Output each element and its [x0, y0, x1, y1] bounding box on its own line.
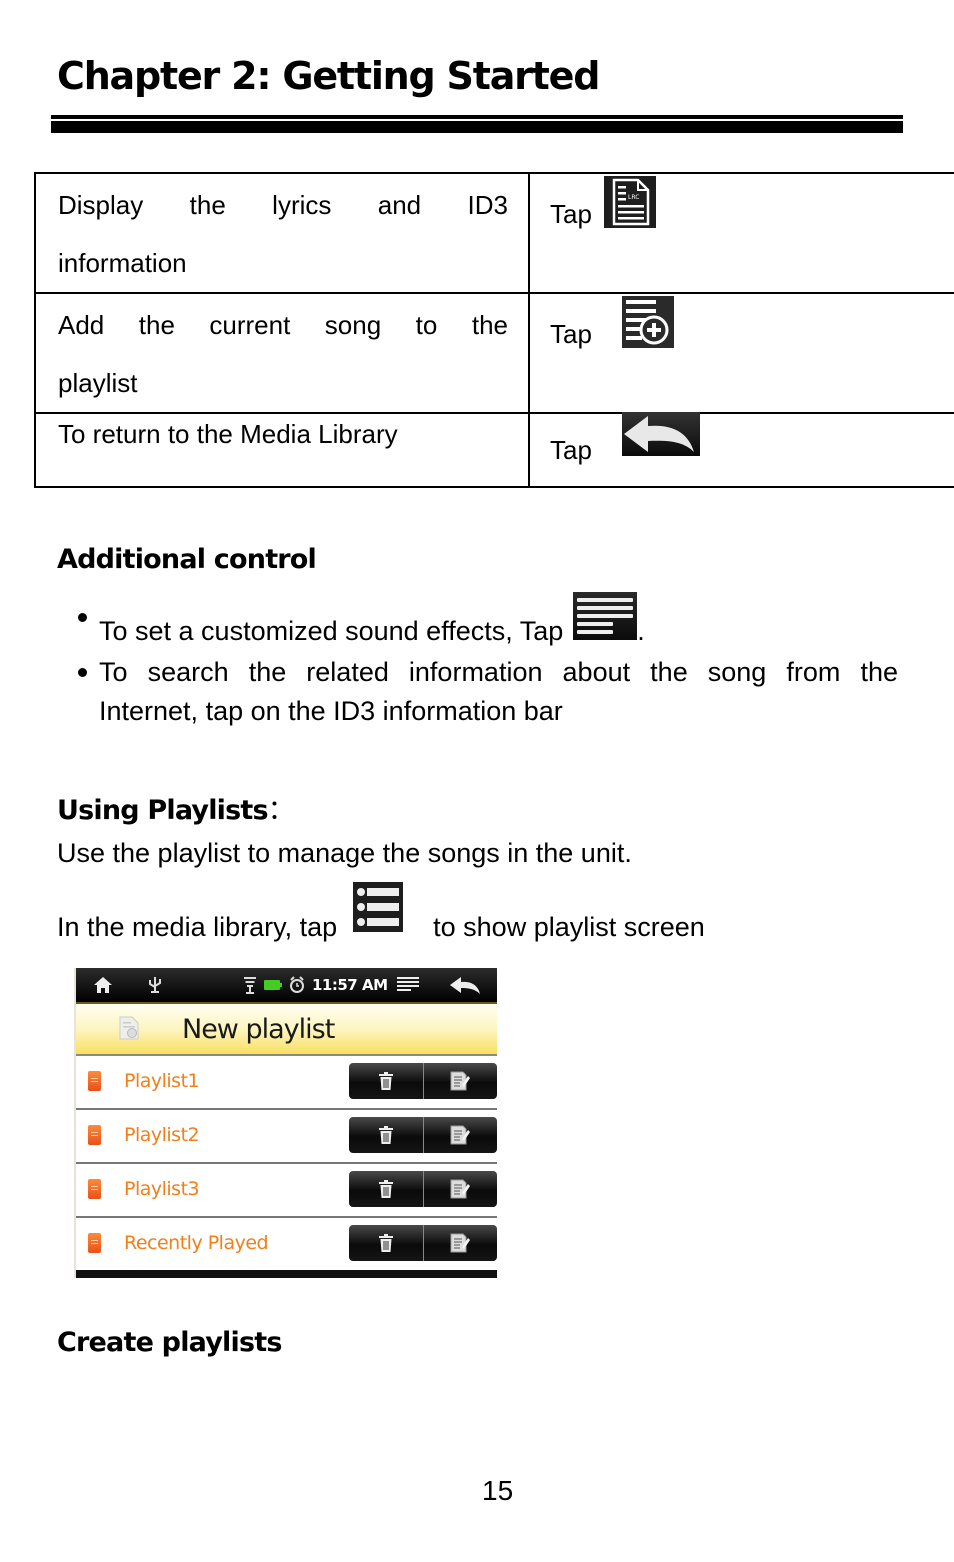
- playlist-actions: [349, 1171, 497, 1207]
- description-line: Add the current song to the: [58, 310, 508, 340]
- status-time: 11:57 AM: [312, 976, 388, 994]
- playlist-row[interactable]: Playlist1: [76, 1056, 497, 1110]
- edit-icon[interactable]: [422, 1171, 497, 1207]
- trash-icon[interactable]: [349, 1225, 423, 1261]
- table-cell-description: To return to the Media Library: [34, 412, 530, 488]
- status-bar: 11:57 AM: [76, 968, 497, 1004]
- tap-label: Tap: [550, 199, 592, 229]
- playlist-row[interactable]: Recently Played: [76, 1218, 497, 1272]
- instruction-text: to show playlist screen: [433, 912, 705, 942]
- battery-icon: [264, 968, 282, 1002]
- header-rule-thick: [51, 121, 903, 133]
- using-playlists-heading-text: Using Playlists: [57, 795, 269, 826]
- new-playlist-title: New playlist: [182, 1014, 335, 1045]
- using-playlists-heading: Using Playlists：: [57, 794, 295, 828]
- table-cell-description: Add the current song to the playlist: [34, 292, 530, 414]
- trash-icon[interactable]: [349, 1117, 423, 1153]
- using-playlists-description: Use the playlist to manage the songs in …: [57, 838, 632, 868]
- playlist-list-icon: [353, 882, 404, 932]
- playlist-row[interactable]: Playlist3: [76, 1164, 497, 1218]
- additional-control-heading: Additional control: [57, 544, 317, 575]
- playlist-name: Playlist2: [124, 1124, 200, 1146]
- additional-control-list: To set a customized sound effects, Tap .…: [76, 592, 898, 731]
- playlist-name: Recently Played: [124, 1232, 269, 1254]
- home-icon[interactable]: [92, 968, 114, 1002]
- usb-icon: [146, 968, 164, 1002]
- controls-table: Display the lyrics and ID3 information T…: [34, 172, 954, 488]
- device-bottom-bar: [76, 1270, 497, 1278]
- playlist-item-icon: [88, 1071, 101, 1091]
- trash-icon[interactable]: [349, 1063, 423, 1099]
- table-row: Display the lyrics and ID3 information T…: [34, 172, 954, 294]
- table-row: Add the current song to the playlist Tap: [34, 292, 954, 414]
- edit-icon[interactable]: [422, 1063, 497, 1099]
- wifi-icon: [242, 968, 258, 1002]
- edit-icon[interactable]: [422, 1117, 497, 1153]
- description-line: To return to the Media Library: [58, 419, 398, 449]
- description-line: information: [58, 248, 187, 278]
- lyrics-document-icon: LRC: [603, 176, 656, 228]
- description-line: playlist: [58, 368, 138, 398]
- table-cell-action: Tap: [529, 412, 954, 488]
- add-to-playlist-icon: [621, 296, 674, 348]
- alarm-icon: [288, 968, 306, 1002]
- menu-icon[interactable]: [396, 968, 420, 1002]
- instruction-text: In the media library, tap: [57, 912, 338, 942]
- svg-text:LRC: LRC: [628, 194, 639, 201]
- playlist-item-icon: [88, 1179, 101, 1199]
- playlist-name: Playlist3: [124, 1178, 200, 1200]
- playlist-actions: [349, 1063, 497, 1099]
- bullet-text: To set a customized sound effects, Tap: [99, 616, 564, 646]
- heading-colon: ：: [267, 795, 295, 826]
- using-playlists-instruction: In the media library, tap to show playli…: [57, 882, 705, 944]
- edit-icon[interactable]: [422, 1225, 497, 1261]
- header-rule-thin: [51, 115, 903, 119]
- create-playlists-heading: Create playlists: [57, 1327, 282, 1358]
- table-cell-description: Display the lyrics and ID3 information: [34, 172, 530, 294]
- tap-label: Tap: [550, 435, 592, 465]
- table-row: To return to the Media Library Tap: [34, 412, 954, 488]
- playlist-actions: [349, 1225, 497, 1261]
- back-arrow-icon: [621, 412, 700, 456]
- new-playlist-icon: [118, 1016, 140, 1045]
- device-screenshot: 11:57 AM New playlist Playlist1 Playlist…: [74, 968, 497, 1278]
- new-playlist-bar[interactable]: New playlist: [76, 1004, 497, 1056]
- playlist-actions: [349, 1117, 497, 1153]
- bullet-text: Internet, tap on the ID3 information bar: [99, 696, 563, 726]
- playlist-row[interactable]: Playlist2: [76, 1110, 497, 1164]
- trash-icon[interactable]: [349, 1171, 423, 1207]
- list-item: To search the related information about …: [76, 653, 898, 731]
- description-line: Display the lyrics and ID3: [58, 190, 508, 220]
- playlist-name: Playlist1: [124, 1070, 200, 1092]
- playlist-item-icon: [88, 1233, 101, 1253]
- back-icon[interactable]: [448, 968, 482, 1002]
- table-cell-action: Tap LRC: [529, 172, 954, 294]
- bullet-text-end: .: [637, 616, 645, 646]
- page-number: 15: [482, 1475, 514, 1506]
- bullet-text: To search the related information about …: [99, 657, 898, 687]
- chapter-title: Chapter 2: Getting Started: [57, 54, 600, 98]
- menu-lines-icon: [573, 592, 638, 640]
- tap-label: Tap: [550, 319, 592, 349]
- table-cell-action: Tap: [529, 292, 954, 414]
- list-item: To set a customized sound effects, Tap .: [76, 592, 898, 651]
- playlist-item-icon: [88, 1125, 101, 1145]
